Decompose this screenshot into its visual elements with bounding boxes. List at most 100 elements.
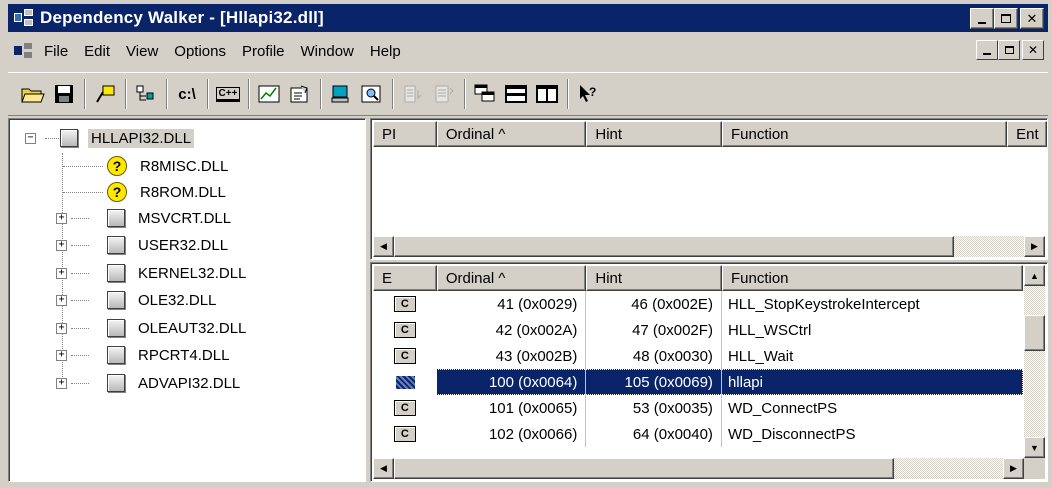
scroll-left-button[interactable]: ◀ (373, 236, 394, 257)
tree-node-label: MSVCRT.DLL (138, 209, 232, 227)
exports-list[interactable]: E Ordinal ^ Hint Function C 41 (0x0029) 46… (370, 262, 1048, 482)
tile-horizontal-button[interactable] (501, 79, 531, 109)
document-system-menu-icon[interactable] (14, 43, 36, 59)
menu-file[interactable]: File (36, 43, 76, 60)
expand-icon[interactable]: + (56, 294, 67, 306)
tree-node-label: KERNEL32.DLL (138, 264, 247, 282)
menu-help[interactable]: Help (362, 43, 409, 60)
expand-icon[interactable]: + (56, 322, 67, 334)
tree-node-root[interactable]: − HLLAPI32.DLL (25, 125, 195, 151)
exports-vertical-scrollbar[interactable]: ▲ ▼ (1024, 265, 1045, 458)
tree-node-oleaut32[interactable]: + OLEAUT32.DLL (56, 315, 249, 341)
scroll-thumb[interactable] (1024, 315, 1045, 351)
document-close-button[interactable]: ✕ (1022, 40, 1044, 60)
toolbar-separator (320, 79, 322, 109)
column-header-ordinal[interactable]: Ordinal ^ (436, 265, 587, 291)
module-dependency-tree[interactable]: − HLLAPI32.DLL ? R8MISC.DLL ? R8ROM.DLL … (8, 118, 366, 482)
tree-node-r8rom[interactable]: ? R8ROM.DLL (107, 179, 229, 205)
document-minimize-button[interactable] (976, 40, 998, 60)
scroll-down-button[interactable]: ▼ (1024, 437, 1045, 458)
tree-node-advapi32[interactable]: + ADVAPI32.DLL (56, 370, 243, 396)
tree-node-user32[interactable]: + USER32.DLL (56, 232, 231, 258)
parent-imports-list[interactable]: PI Ordinal ^ Hint Function Ent ◀ ▶ (370, 118, 1048, 260)
main-window: Dependency Walker - [Hllapi32.dll] ✕ Fil… (0, 0, 1052, 488)
open-button[interactable] (18, 79, 48, 109)
tree-node-msvcrt[interactable]: + MSVCRT.DLL (56, 205, 234, 231)
column-header-function[interactable]: Function (721, 265, 1024, 291)
scroll-left-button[interactable]: ◀ (373, 458, 394, 479)
c-function-icon: C (393, 400, 416, 416)
document-restore-button[interactable] (998, 40, 1020, 60)
tree-node-kernel32[interactable]: + KERNEL32.DLL (56, 260, 249, 286)
ordinal-cell: 100 (0x0064) (437, 369, 587, 395)
full-paths-button[interactable]: c:\ (172, 79, 202, 109)
column-header-e[interactable]: E (373, 265, 437, 291)
imports-horizontal-scrollbar[interactable]: ◀ ▶ (373, 236, 1045, 257)
hint-cell: 47 (0x002F) (586, 317, 722, 343)
scroll-thumb[interactable] (394, 458, 894, 479)
table-row[interactable]: C 41 (0x0029) 46 (0x002E) HLL_StopKeystroke… (373, 291, 1023, 317)
column-header-pi[interactable]: PI (373, 121, 437, 147)
menu-view[interactable]: View (118, 43, 166, 60)
close-button[interactable]: ✕ (1020, 8, 1044, 29)
tile-vertical-button[interactable] (532, 79, 562, 109)
dependency-walker-app-icon[interactable] (14, 9, 36, 27)
maximize-button[interactable] (994, 8, 1018, 29)
function-cell: WD_DisconnectPS (727, 425, 856, 443)
scroll-right-button[interactable]: ▶ (1003, 458, 1024, 479)
cascade-button[interactable] (470, 79, 500, 109)
context-help-button[interactable]: ? (573, 79, 603, 109)
copy-button[interactable] (90, 79, 120, 109)
table-row[interactable]: C 42 (0x002A) 47 (0x002F) HLL_WSCtrl (373, 317, 1023, 343)
highlight-export-button[interactable] (429, 79, 459, 109)
table-row[interactable]: C 102 (0x0066) 64 (0x0040) WD_DisconnectPS (373, 421, 1023, 447)
toolbar-separator (248, 79, 250, 109)
function-cell: hllapi (727, 373, 763, 391)
left-arrow-icon: ◀ (380, 241, 387, 251)
table-row[interactable]: C 101 (0x0065) 53 (0x0035) WD_ConnectPS (373, 395, 1023, 421)
expand-icon[interactable]: + (56, 349, 67, 361)
expand-icon[interactable]: + (56, 212, 67, 224)
system-information-button[interactable] (326, 79, 356, 109)
toolbar-separator (567, 79, 569, 109)
table-row[interactable]: C 100 (0x0064)105 (0x0069) hllapi (373, 369, 1023, 395)
toolbar: c:\ C++ ? (8, 72, 1048, 116)
expand-all-button[interactable] (131, 79, 161, 109)
menu-edit[interactable]: Edit (76, 43, 118, 60)
table-row[interactable]: C 43 (0x002B) 48 (0x0030) HLL_Wait (373, 343, 1023, 369)
save-button[interactable] (49, 79, 79, 109)
column-header-ordinal[interactable]: Ordinal ^ (436, 121, 587, 147)
tree-connector (63, 166, 103, 167)
scroll-up-button[interactable]: ▲ (1024, 265, 1045, 286)
menu-profile[interactable]: Profile (234, 43, 293, 60)
column-header-function[interactable]: Function (721, 121, 1008, 147)
menu-options[interactable]: Options (166, 43, 234, 60)
scroll-right-button[interactable]: ▶ (1024, 236, 1045, 257)
open-folder-icon (21, 88, 45, 103)
tree-node-rpcrt4[interactable]: + RPCRT4.DLL (56, 342, 232, 368)
tree-node-r8misc[interactable]: ? R8MISC.DLL (107, 153, 231, 179)
cascade-windows-icon (474, 84, 495, 102)
module-icon (107, 264, 125, 282)
expand-icon[interactable]: + (56, 267, 67, 279)
expand-icon[interactable]: + (56, 377, 67, 389)
collapse-icon[interactable]: − (25, 132, 36, 144)
column-header-hint[interactable]: Hint (586, 121, 722, 147)
function-cell: HLL_Wait (727, 347, 794, 365)
expand-icon[interactable]: + (56, 239, 67, 251)
ordinal-cell: 101 (0x0065) (437, 395, 587, 421)
minimize-button[interactable] (970, 8, 994, 29)
menu-window[interactable]: Window (293, 43, 362, 60)
next-parent-import-button[interactable] (398, 79, 428, 109)
column-header-entry-point[interactable]: Ent (1007, 121, 1047, 147)
undecorate-cpp-button[interactable]: C++ (213, 79, 243, 109)
exports-horizontal-scrollbar[interactable]: ◀ ▶ (373, 458, 1024, 479)
tree-connector (71, 299, 89, 301)
find-button[interactable] (357, 79, 387, 109)
tree-node-ole32[interactable]: + OLE32.DLL (56, 287, 219, 313)
properties-button[interactable] (285, 79, 315, 109)
title-bar[interactable]: Dependency Walker - [Hllapi32.dll] ✕ (8, 4, 1048, 32)
profile-button[interactable] (254, 79, 284, 109)
scroll-thumb[interactable] (394, 236, 954, 257)
column-header-hint[interactable]: Hint (586, 265, 722, 291)
